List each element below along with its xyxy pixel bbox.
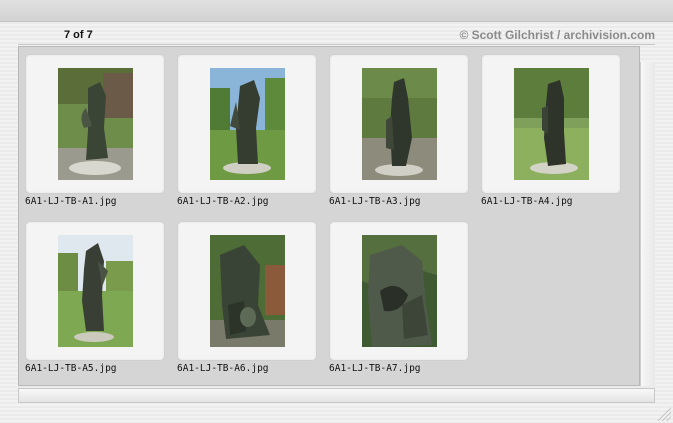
sculpture-photo-a1[interactable]	[58, 68, 133, 180]
thumbnail-item[interactable]: 6A1-LJ-TB-A5.jpg	[25, 221, 165, 376]
thumbnail-item[interactable]: 6A1-LJ-TB-A7.jpg	[329, 221, 469, 376]
horizontal-scrollbar[interactable]	[18, 388, 655, 403]
resize-grip-icon[interactable]	[657, 407, 671, 421]
thumbnail-filename: 6A1-LJ-TB-A2.jpg	[177, 196, 269, 207]
thumbnail-filename: 6A1-LJ-TB-A7.jpg	[329, 363, 421, 374]
sculpture-photo-a2[interactable]	[210, 68, 285, 180]
sculpture-photo-a7[interactable]	[362, 235, 437, 347]
sculpture-photo-a5[interactable]	[58, 235, 133, 347]
thumbnail-filename: 6A1-LJ-TB-A3.jpg	[329, 196, 421, 207]
thumbnail-frame[interactable]	[329, 221, 469, 361]
thumbnail-frame[interactable]	[481, 54, 621, 194]
thumbnail-filename: 6A1-LJ-TB-A5.jpg	[25, 363, 117, 374]
sculpture-photo-a3[interactable]	[362, 68, 437, 180]
window-title-bar	[0, 0, 673, 22]
thumbnail-filename: 6A1-LJ-TB-A6.jpg	[177, 363, 269, 374]
sculpture-photo-a6[interactable]	[210, 235, 285, 347]
thumbnail-frame[interactable]	[25, 221, 165, 361]
thumbnail-frame[interactable]	[177, 54, 317, 194]
page-count: 7 of 7	[64, 29, 93, 41]
thumbnail-frame[interactable]	[177, 221, 317, 361]
thumbnail-item[interactable]: 6A1-LJ-TB-A6.jpg	[177, 221, 317, 376]
sculpture-photo-a4[interactable]	[514, 68, 589, 180]
thumbnail-item[interactable]: 6A1-LJ-TB-A1.jpg	[25, 54, 165, 209]
vertical-scrollbar[interactable]	[640, 62, 655, 386]
thumbnail-item[interactable]: 6A1-LJ-TB-A2.jpg	[177, 54, 317, 209]
thumbnail-frame[interactable]	[329, 54, 469, 194]
thumbnail-filename: 6A1-LJ-TB-A4.jpg	[481, 196, 573, 207]
thumbnail-frame[interactable]	[25, 54, 165, 194]
thumbnail-item[interactable]: 6A1-LJ-TB-A3.jpg	[329, 54, 469, 209]
thumbnail-filename: 6A1-LJ-TB-A1.jpg	[25, 196, 117, 207]
thumbnail-item[interactable]: 6A1-LJ-TB-A4.jpg	[481, 54, 621, 209]
header-divider	[18, 44, 655, 45]
photo-credit: © Scott Gilchrist / archivision.com	[459, 28, 655, 42]
